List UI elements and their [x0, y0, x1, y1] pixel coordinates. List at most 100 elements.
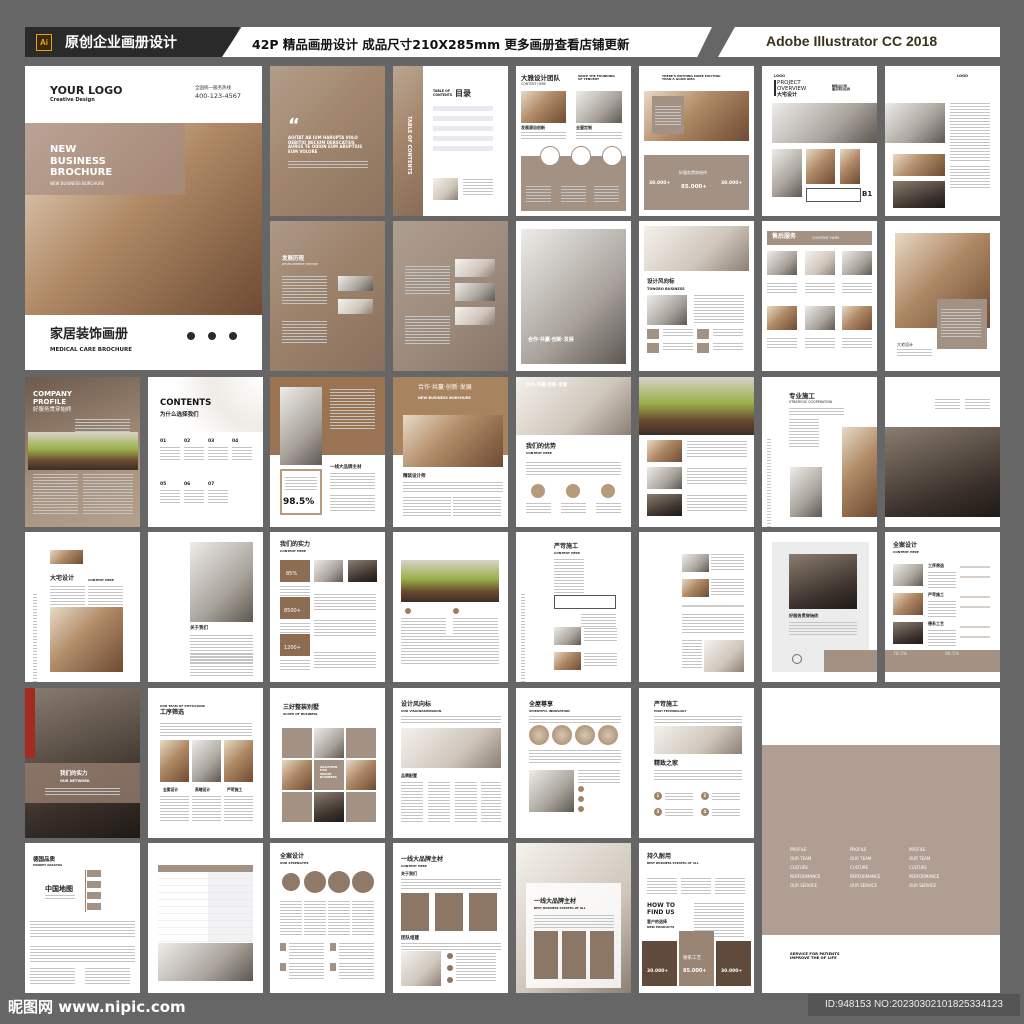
- text-lines: [681, 878, 711, 896]
- brochure-page-history: [393, 221, 508, 371]
- photo: [401, 560, 499, 602]
- cover-title_cn: 家居装饰画册: [50, 327, 129, 342]
- panel: [282, 792, 312, 822]
- toc-label: TABLE OF CONTENTS: [433, 89, 453, 97]
- brand-about: 关于我们: [401, 871, 417, 876]
- text-lines: [405, 316, 450, 346]
- exciting-stat1: 30.000+: [649, 181, 671, 186]
- history-sub: DEVELOPMENT HISTORY: [282, 262, 319, 266]
- location-icon: [229, 332, 237, 340]
- icon: [578, 786, 584, 792]
- brochure-page-kitchen: [393, 532, 508, 682]
- yanke2-nums-0: 1: [656, 792, 660, 798]
- brochure-page-project2: LOGO: [885, 66, 1000, 216]
- panel: [87, 903, 101, 910]
- brochure-page-team: 大雅设计团队 CONTENT HERE SINCE THE FOUNDING OF …: [516, 66, 631, 216]
- panel: [960, 636, 990, 638]
- photo: [158, 943, 253, 981]
- panel: [87, 892, 101, 899]
- yanke-title: 严苛施工: [554, 543, 579, 550]
- panel: [435, 893, 463, 931]
- panel: [762, 745, 1000, 935]
- text-lines: [767, 338, 797, 350]
- text-lines: [481, 782, 501, 824]
- text-lines: [767, 439, 771, 527]
- contents-nums-4: 05: [160, 482, 167, 487]
- text-lines: [192, 796, 221, 823]
- icon: [575, 725, 595, 745]
- photo: [840, 149, 860, 184]
- team-cap2: 全屋定制: [576, 125, 592, 130]
- project2-logo: LOGO: [957, 74, 968, 78]
- strength-title: 我们的实力: [280, 541, 311, 548]
- contents-cn: 为什么选择我们: [160, 412, 199, 418]
- photo: [842, 306, 872, 330]
- photo: [314, 560, 343, 582]
- photo: [224, 740, 253, 782]
- header-software-banner: Adobe Illustrator CC 2018: [718, 27, 1000, 57]
- panel: [554, 595, 616, 609]
- brochure-page-toc: TABLE OF CONTENTS TABLE OF CONTENTS 目录: [393, 66, 508, 216]
- icon: [328, 871, 350, 893]
- text-lines: [208, 447, 228, 462]
- text-lines: [232, 447, 252, 462]
- brandphoto-sub: BEST BUSINESS STRATEG OF ALL: [534, 906, 586, 910]
- bedroom-text: 合作·共赢·创新·发展: [528, 337, 574, 343]
- sanhao-sub: SCOPE OF BUSINESS: [283, 712, 318, 716]
- text-lines: [339, 943, 374, 961]
- icon: [529, 725, 549, 745]
- text-lines: [45, 788, 120, 797]
- text-lines: [289, 963, 324, 981]
- text-lines: [581, 614, 616, 629]
- icon: [280, 871, 302, 893]
- panel: [697, 329, 709, 339]
- text-lines: [950, 166, 990, 190]
- brochure-page-fengxiang: 设计风向标 OUR VISIONARIMISSION 品牌配置: [393, 688, 508, 838]
- text-lines: [529, 716, 621, 725]
- back-items-0: PROFILE: [790, 847, 807, 852]
- profile-title: COMPANY PROFILE: [33, 390, 72, 407]
- photo: [682, 554, 709, 572]
- quanan-sub: CONTENT HERE: [893, 550, 919, 554]
- text-lines: [304, 901, 326, 937]
- back-items-2: CULTURE: [909, 865, 928, 870]
- text-lines: [280, 660, 310, 672]
- project-cn: 大宅设计: [777, 92, 798, 98]
- back-items-4: OUR SERVICE: [790, 883, 817, 888]
- photo: [805, 306, 835, 330]
- photo: [455, 307, 495, 325]
- text-lines: [405, 266, 450, 296]
- circle-icon: [447, 965, 453, 971]
- panel: [346, 792, 376, 822]
- photo: [654, 726, 742, 754]
- back-items-1: OUR TEAM: [909, 856, 931, 861]
- back-items-3: PERFORMANCE: [909, 874, 940, 879]
- brochure-page-table: [148, 843, 263, 993]
- photo: [190, 542, 253, 622]
- cover-headline: NEW BUSINESS BROCHURE: [50, 144, 113, 178]
- text-lines: [428, 782, 450, 824]
- exciting-stat3: 30.000+: [721, 181, 743, 186]
- photo: [644, 226, 749, 271]
- text-lines: [665, 809, 693, 818]
- panel: [562, 931, 586, 979]
- text-lines: [330, 495, 375, 513]
- quanan-s2: 86.5%: [945, 652, 960, 657]
- panel: [85, 870, 86, 912]
- photo: [789, 554, 857, 609]
- contents-nums-6: 07: [208, 482, 215, 487]
- brochure-page-quanan2: 全案设计 OUR STRENGTHS: [270, 843, 385, 993]
- text-lines: [85, 968, 130, 986]
- photo: [521, 229, 626, 364]
- photo: [348, 560, 377, 582]
- yanke2-title: 严苛施工: [654, 701, 679, 708]
- process-c1: 全案设计: [163, 787, 179, 792]
- text-lines: [352, 901, 374, 937]
- text-lines: [687, 468, 747, 486]
- text-lines: [184, 490, 204, 505]
- text-lines: [663, 343, 693, 352]
- brochure-page-contents: CONTENTS 为什么选择我们 01 02 03 04 05 06 07: [148, 377, 263, 527]
- circle-icon: [447, 953, 453, 959]
- contents-nums-5: 06: [184, 482, 191, 487]
- text-lines: [682, 640, 702, 670]
